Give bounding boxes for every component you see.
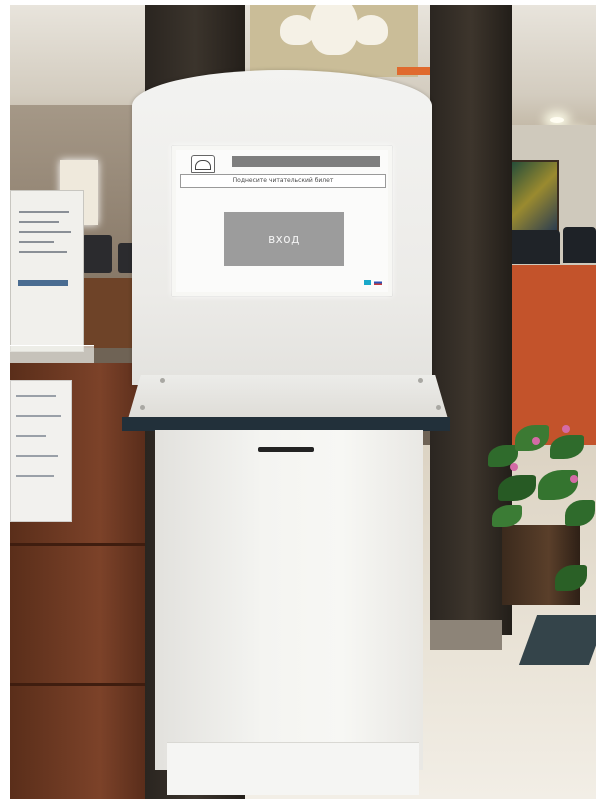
card-slot[interactable] [258, 447, 314, 452]
language-ru-button[interactable] [374, 280, 382, 285]
kiosk-cabinet [155, 430, 423, 770]
pillar-base [430, 620, 502, 650]
wall-painting [507, 160, 559, 232]
notice-text-line [16, 455, 58, 457]
lounge-chair [563, 227, 596, 263]
notice-text-line [16, 475, 54, 477]
screw [436, 405, 441, 410]
flyer-text-line [19, 221, 59, 223]
screen-prompt: Поднесите читательский билет [180, 174, 386, 188]
screen-title-bar [232, 156, 380, 167]
ornament-leaf [310, 5, 358, 55]
notice-text-line [16, 415, 61, 417]
flyer-text-line [19, 231, 71, 233]
posted-notice [10, 380, 72, 522]
kiosk-screen: Поднесите читательский билет вход [176, 150, 388, 292]
screw [140, 405, 145, 410]
flyer-text-line [19, 211, 69, 213]
plant-flower [562, 425, 570, 433]
language-kz-button[interactable] [364, 280, 371, 285]
ornament-leaf [354, 15, 388, 45]
chair [82, 235, 112, 273]
notice-text-line [16, 435, 46, 437]
shelf-edge [122, 417, 450, 431]
flyer-text-line [19, 251, 67, 253]
ceiling-light [550, 117, 564, 123]
screw [418, 378, 423, 383]
ornament-leaf [280, 15, 314, 45]
plant-flower [570, 475, 578, 483]
kiosk-base [167, 742, 419, 795]
flyer-accent [18, 280, 68, 286]
flyer-text-line [19, 241, 54, 243]
plant-flower [510, 463, 518, 471]
cabinet-shelf-line [10, 543, 160, 546]
kiosk-shelf [128, 375, 448, 419]
screw [160, 378, 165, 383]
pillar [430, 5, 512, 635]
lounge-chair [504, 230, 560, 264]
ornamental-carving [250, 5, 418, 77]
brand-badge [397, 67, 430, 75]
library-logo-icon [191, 155, 215, 173]
logo-arch [195, 160, 211, 170]
cabinet-shelf-line [10, 683, 160, 686]
login-button[interactable]: вход [224, 212, 344, 266]
flyer-stand [10, 190, 84, 352]
plant-flower [532, 437, 540, 445]
notice-text-line [16, 395, 56, 397]
